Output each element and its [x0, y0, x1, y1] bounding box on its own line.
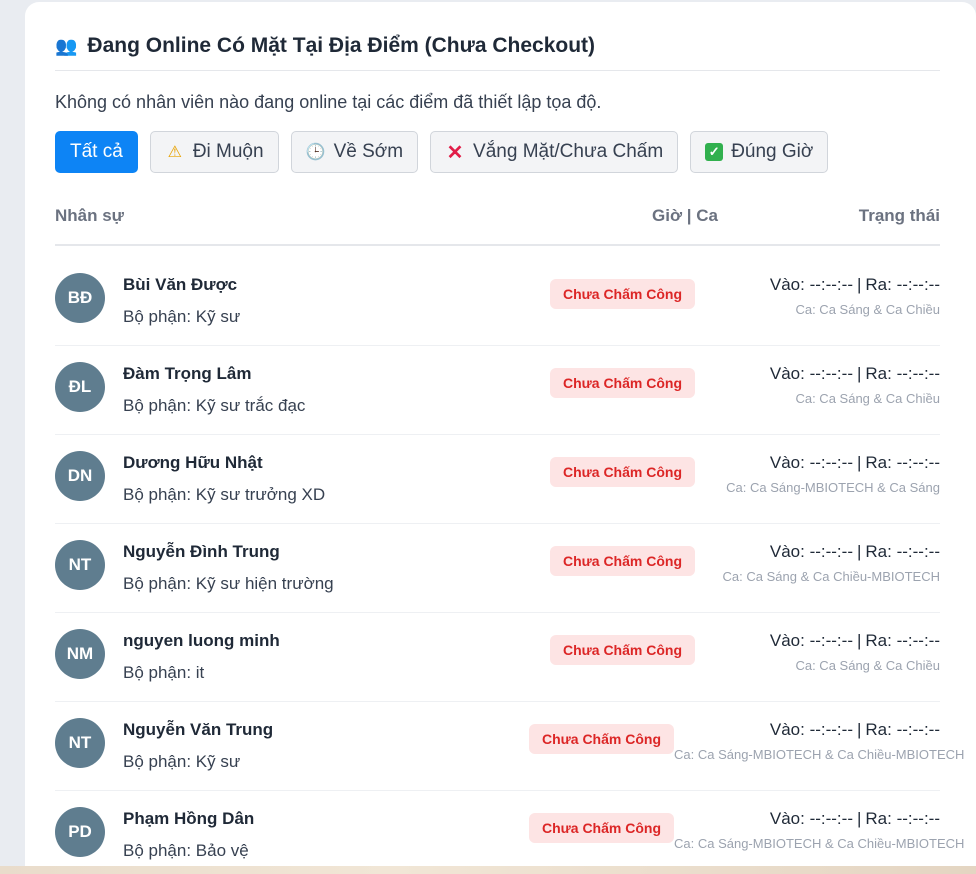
check-in-out-times: Vào: --:--:-- | Ra: --:--:--	[769, 542, 940, 561]
status-badge: Chưa Chấm Công	[528, 724, 674, 754]
filter-early-leave-button[interactable]: 🕒 Về Sớm	[290, 131, 419, 173]
employee-department: Bộ phận: it	[123, 663, 205, 682]
employee-row[interactable]: BĐ Bùi Văn Được Bộ phận: Kỹ sư Chưa Chấm…	[55, 257, 940, 346]
check-icon: ✓	[705, 143, 724, 161]
check-in-time: Vào: --:--:--	[769, 720, 853, 739]
avatar: DN	[55, 451, 105, 501]
cross-icon: ✕	[446, 141, 464, 164]
employee-department: Bộ phận: Kỹ sư trưởng XD	[123, 485, 326, 504]
employee-name: Bùi Văn Được	[123, 275, 238, 294]
employee-department: Bộ phận: Bảo vệ	[123, 841, 249, 860]
employee-row[interactable]: NM nguyen luong minh Bộ phận: it Chưa Ch…	[55, 613, 940, 702]
filter-label: Vắng Mặt/Chưa Chấm	[473, 141, 664, 162]
check-out-time: Ra: --:--:--	[865, 809, 940, 828]
shift-info: Ca: Ca Sáng & Ca Chiều-MBIOTECH	[722, 569, 940, 584]
card-title: Đang Online Có Mặt Tại Địa Điểm (Chưa Ch…	[87, 34, 596, 57]
check-in-time: Vào: --:--:--	[769, 809, 853, 828]
shift-info: Ca: Ca Sáng-MBIOTECH & Ca Chiều-MBIOTECH	[674, 836, 965, 851]
filter-label: Tất cả	[70, 141, 123, 162]
avatar: NT	[55, 718, 105, 768]
card-header: 👥 Đang Online Có Mặt Tại Địa Điểm (Chưa …	[55, 32, 940, 71]
check-out-time: Ra: --:--:--	[865, 631, 940, 650]
page-background-strip	[0, 866, 976, 874]
employee-department: Bộ phận: Kỹ sư hiện trường	[123, 574, 334, 593]
check-out-time: Ra: --:--:--	[865, 275, 940, 294]
check-in-out-times: Vào: --:--:-- | Ra: --:--:--	[769, 631, 940, 650]
check-in-out-times: Vào: --:--:-- | Ra: --:--:--	[769, 364, 940, 383]
column-header-staff: Nhân sự	[55, 206, 124, 225]
shift-info: Ca: Ca Sáng & Ca Chiều	[795, 658, 940, 673]
empty-state-message: Không có nhân viên nào đang online tại c…	[55, 92, 602, 112]
check-in-out-times: Vào: --:--:-- | Ra: --:--:--	[769, 275, 940, 294]
status-badge: Chưa Chấm Công	[549, 368, 695, 398]
clock-icon: 🕒	[305, 144, 326, 161]
avatar: PD	[55, 807, 105, 857]
status-badge: Chưa Chấm Công	[549, 635, 695, 665]
check-in-time: Vào: --:--:--	[769, 364, 853, 383]
employee-name: Đàm Trọng Lâm	[123, 364, 252, 383]
filter-label: Đi Muộn	[192, 141, 264, 162]
filter-late-button[interactable]: ⚠ Đi Muộn	[149, 131, 279, 173]
filter-absent-button[interactable]: ✕ Vắng Mặt/Chưa Chấm	[430, 131, 679, 173]
warning-icon: ⚠	[167, 144, 182, 161]
check-in-out-times: Vào: --:--:-- | Ra: --:--:--	[769, 720, 940, 739]
check-in-time: Vào: --:--:--	[769, 275, 853, 294]
check-in-time: Vào: --:--:--	[769, 631, 853, 650]
check-in-out-times: Vào: --:--:-- | Ra: --:--:--	[769, 809, 940, 828]
status-badge: Chưa Chấm Công	[549, 546, 695, 576]
employee-row[interactable]: NT Nguyễn Văn Trung Bộ phận: Kỹ sư Chưa …	[55, 702, 964, 791]
filter-on-time-button[interactable]: ✓ Đúng Giờ	[690, 131, 829, 173]
status-badge: Chưa Chấm Công	[549, 279, 695, 309]
filter-label: Về Sớm	[333, 141, 404, 162]
check-out-time: Ra: --:--:--	[865, 720, 940, 739]
check-in-out-times: Vào: --:--:-- | Ra: --:--:--	[769, 453, 940, 472]
employee-row[interactable]: PD Phạm Hồng Dân Bộ phận: Bảo vệ Chưa Ch…	[55, 791, 964, 872]
check-out-time: Ra: --:--:--	[865, 453, 940, 472]
column-header-status: Trạng thái	[858, 206, 940, 225]
employee-list: BĐ Bùi Văn Được Bộ phận: Kỹ sư Chưa Chấm…	[55, 257, 964, 872]
avatar: NT	[55, 540, 105, 590]
avatar: ĐL	[55, 362, 105, 412]
employee-row[interactable]: DN Dương Hữu Nhật Bộ phận: Kỹ sư trưởng …	[55, 435, 940, 524]
column-header-time-shift: Giờ | Ca	[652, 206, 718, 225]
people-icon: 👥	[55, 36, 78, 56]
employee-department: Bộ phận: Kỹ sư trắc đạc	[123, 396, 306, 415]
check-in-time: Vào: --:--:--	[769, 453, 853, 472]
shift-info: Ca: Ca Sáng-MBIOTECH & Ca Chiều-MBIOTECH	[674, 747, 965, 762]
status-badge: Chưa Chấm Công	[549, 457, 695, 487]
filter-bar: Tất cả ⚠ Đi Muộn 🕒 Về Sớm ✕ Vắng Mặt/Chư…	[55, 131, 829, 173]
shift-info: Ca: Ca Sáng & Ca Chiều	[795, 302, 940, 317]
employee-name: nguyen luong minh	[123, 631, 280, 650]
avatar: NM	[55, 629, 105, 679]
check-in-time: Vào: --:--:--	[769, 542, 853, 561]
shift-info: Ca: Ca Sáng-MBIOTECH & Ca Sáng	[726, 480, 940, 495]
filter-all-button[interactable]: Tất cả	[55, 131, 138, 173]
check-out-time: Ra: --:--:--	[865, 542, 940, 561]
avatar: BĐ	[55, 273, 105, 323]
employee-department: Bộ phận: Kỹ sư	[123, 307, 241, 326]
employee-department: Bộ phận: Kỹ sư	[123, 752, 241, 771]
filter-label: Đúng Giờ	[731, 141, 814, 162]
employee-row[interactable]: NT Nguyễn Đình Trung Bộ phận: Kỹ sư hiện…	[55, 524, 940, 613]
employee-name: Nguyễn Văn Trung	[123, 720, 274, 739]
employee-name: Nguyễn Đình Trung	[123, 542, 280, 561]
status-badge: Chưa Chấm Công	[528, 813, 674, 843]
employee-row[interactable]: ĐL Đàm Trọng Lâm Bộ phận: Kỹ sư trắc đạc…	[55, 346, 940, 435]
employee-name: Phạm Hồng Dân	[123, 809, 255, 828]
table-header: Nhân sự Giờ | Ca Trạng thái	[55, 198, 940, 246]
shift-info: Ca: Ca Sáng & Ca Chiều	[795, 391, 940, 406]
check-out-time: Ra: --:--:--	[865, 364, 940, 383]
online-attendance-card: 👥 Đang Online Có Mặt Tại Địa Điểm (Chưa …	[25, 2, 976, 872]
employee-name: Dương Hữu Nhật	[123, 453, 263, 472]
